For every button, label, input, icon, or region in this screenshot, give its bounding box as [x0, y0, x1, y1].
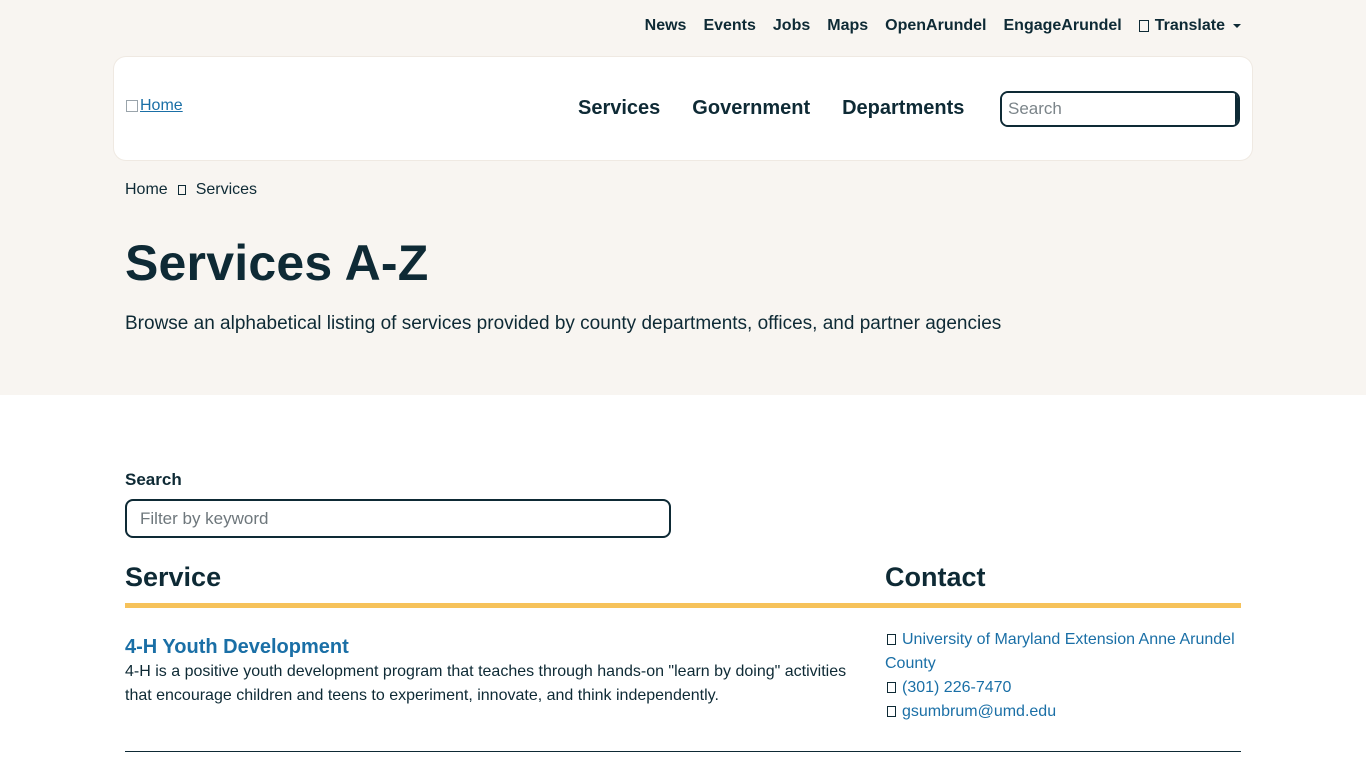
breadcrumb: Home Services	[125, 181, 257, 199]
utility-link-engagearundel[interactable]: EngageArundel	[1004, 17, 1122, 35]
translate-label: Translate	[1154, 17, 1225, 34]
contact-phone-link[interactable]: (301) 226-7470	[902, 679, 1011, 696]
utility-link-events[interactable]: Events	[703, 17, 755, 35]
phone-icon	[887, 682, 896, 693]
filter-input[interactable]	[125, 499, 671, 538]
globe-icon	[1138, 20, 1149, 32]
page-subtitle: Browse an alphabetical listing of servic…	[125, 313, 1002, 334]
services-content: Search Service Contact 4-H Youth Develop…	[0, 395, 1366, 768]
table-row: 4-H Youth Development 4-H is a positive …	[125, 608, 1241, 752]
column-header-contact: Contact	[885, 562, 986, 592]
filter-label: Search	[125, 470, 182, 489]
column-header-service: Service	[125, 562, 222, 592]
contact-org-link[interactable]: University of Maryland Extension Anne Ar…	[885, 631, 1235, 672]
nav-government[interactable]: Government	[692, 97, 810, 120]
contact-block: University of Maryland Extension Anne Ar…	[885, 628, 1241, 724]
translate-dropdown[interactable]: Translate	[1138, 17, 1241, 35]
utility-link-maps[interactable]: Maps	[827, 17, 868, 35]
nav-departments[interactable]: Departments	[842, 97, 964, 120]
home-logo-link[interactable]: Home	[126, 97, 183, 115]
service-title-link[interactable]: 4-H Youth Development	[125, 636, 349, 659]
caret-down-icon	[1233, 24, 1241, 28]
page-title: Services A-Z	[125, 235, 429, 291]
utility-link-openarundel[interactable]: OpenArundel	[885, 17, 986, 35]
nav-services[interactable]: Services	[578, 97, 660, 120]
utility-link-jobs[interactable]: Jobs	[773, 17, 810, 35]
email-icon	[887, 706, 896, 717]
header-search	[1000, 91, 1240, 127]
breadcrumb-services[interactable]: Services	[196, 181, 257, 199]
header-search-input[interactable]	[1002, 93, 1235, 125]
chevron-right-icon	[177, 185, 186, 195]
building-icon	[887, 634, 896, 645]
broken-image-icon	[126, 100, 138, 112]
utility-link-news[interactable]: News	[645, 17, 687, 35]
hero-section: News Events Jobs Maps OpenArundel Engage…	[0, 0, 1366, 395]
service-description: 4-H is a positive youth development prog…	[125, 663, 847, 704]
main-nav: Services Government Departments	[578, 97, 964, 120]
header-search-button[interactable]	[1235, 93, 1238, 125]
site-header: Home Services Government Departments	[114, 57, 1252, 160]
home-logo-alt: Home	[140, 97, 183, 114]
contact-email-link[interactable]: gsumbrum@umd.edu	[902, 703, 1056, 720]
breadcrumb-home[interactable]: Home	[125, 181, 168, 199]
utility-nav: News Events Jobs Maps OpenArundel Engage…	[645, 17, 1241, 35]
